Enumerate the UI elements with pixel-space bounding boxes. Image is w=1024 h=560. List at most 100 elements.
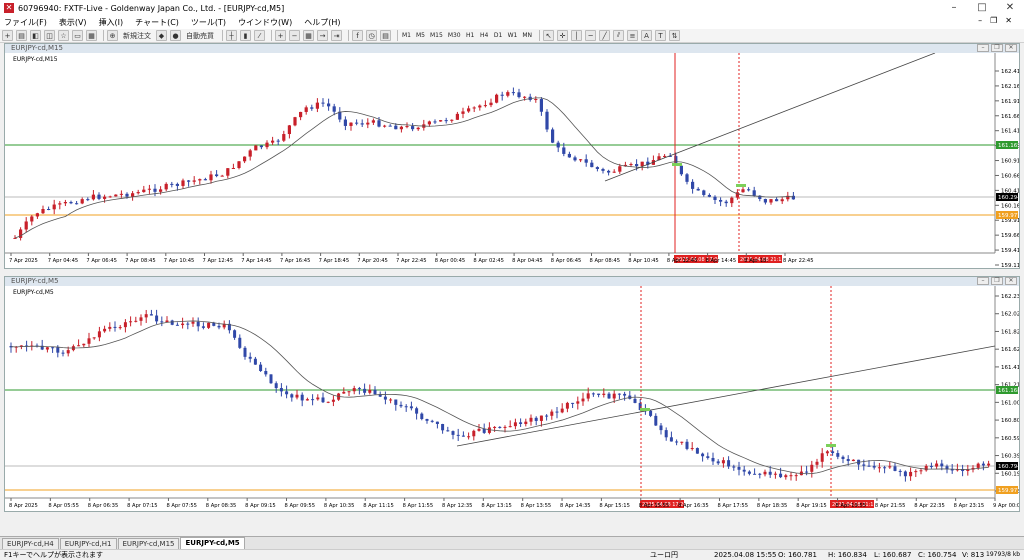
mdi-close-icon[interactable]: ✕ <box>1005 16 1012 25</box>
chart-canvas-m5[interactable]: EURJPY-cd,M5 2025.04.08 17:20 2025.04.08 … <box>5 286 1024 511</box>
horizontal-line-icon[interactable]: ─ <box>585 30 597 41</box>
autoscroll-icon[interactable]: → <box>317 30 328 41</box>
label-icon[interactable]: T <box>655 30 667 41</box>
time-axis-label: 8 Apr 13:15 <box>481 503 512 509</box>
timeframe-m30[interactable]: M30 <box>447 30 462 41</box>
channel-icon[interactable]: ⫽ <box>613 30 625 41</box>
candle <box>134 320 138 322</box>
chart-window-m15[interactable]: EURJPY-cd,M15 – ❐ ✕ EURJPY-cd,M15 2025.0… <box>4 43 1024 269</box>
chart-minimize-icon[interactable]: – <box>977 44 989 52</box>
timeframe-w1[interactable]: W1 <box>507 30 519 41</box>
indicators-icon[interactable]: f <box>352 30 363 41</box>
candle-chart-icon[interactable]: ▮ <box>240 30 251 41</box>
time-axis-label: 8 Apr 21:55 <box>875 503 906 509</box>
timeframe-d1[interactable]: D1 <box>493 30 504 41</box>
time-axis-label: 8 Apr 15:15 <box>599 503 630 509</box>
candle <box>981 463 985 466</box>
chart-close-icon[interactable]: ✕ <box>1005 277 1017 285</box>
menu-file[interactable]: ファイル(F) <box>4 17 47 28</box>
new-order-icon[interactable]: ⊕ <box>107 30 118 41</box>
data-window-icon[interactable]: ◫ <box>44 30 55 41</box>
tab-eurjpy-m5[interactable]: EURJPY-cd,M5 <box>180 537 245 549</box>
crosshair-icon[interactable]: ✛ <box>557 30 569 41</box>
text-icon[interactable]: A <box>641 30 653 41</box>
menu-view[interactable]: 表示(V) <box>59 17 87 28</box>
fibo-icon[interactable]: ≡ <box>627 30 639 41</box>
vertical-line-icon[interactable]: │ <box>571 30 583 41</box>
menu-tools[interactable]: ツール(T) <box>191 17 226 28</box>
templates-icon[interactable]: ▤ <box>380 30 391 41</box>
chart-window-m5[interactable]: EURJPY-cd,M5 – ❐ ✕ EURJPY-cd,M5 2025.04.… <box>4 276 1024 512</box>
timeframe-h1[interactable]: H1 <box>465 30 476 41</box>
candle <box>300 394 304 401</box>
chart-canvas-m15[interactable]: EURJPY-cd,M15 2025.04.08 17:00 2025.04.08… <box>5 52 1024 269</box>
mdi-minimize-icon[interactable]: – <box>978 16 982 25</box>
auto-trade-button[interactable]: 自動売買 <box>184 30 216 41</box>
candle <box>976 463 980 468</box>
candle <box>618 166 622 172</box>
line-chart-icon[interactable]: ⁄ <box>254 30 265 41</box>
chart-restore-icon[interactable]: ❐ <box>991 277 1003 285</box>
candle <box>713 196 717 200</box>
chart-minimize-icon[interactable]: – <box>977 277 989 285</box>
cursor-icon[interactable]: ↖ <box>543 30 555 41</box>
minimize-button[interactable]: – <box>940 1 968 15</box>
candle <box>966 469 970 472</box>
auto-trade-icon[interactable]: ● <box>170 30 181 41</box>
arrows-icon[interactable]: ⇅ <box>669 30 681 41</box>
candle <box>282 134 286 141</box>
candle <box>149 314 153 316</box>
candle <box>175 324 179 326</box>
candle <box>276 140 280 142</box>
timeframe-m1[interactable]: M1 <box>401 30 412 41</box>
chart-restore-icon[interactable]: ❐ <box>991 44 1003 52</box>
menu-insert[interactable]: 挿入(I) <box>99 17 124 28</box>
candle <box>550 411 554 416</box>
timeframe-h4[interactable]: H4 <box>479 30 490 41</box>
menu-help[interactable]: ヘルプ(H) <box>304 17 340 28</box>
periods-icon[interactable]: ◷ <box>366 30 377 41</box>
candle <box>342 391 346 394</box>
menu-chart[interactable]: チャート(C) <box>135 17 179 28</box>
candle <box>663 155 667 157</box>
zoom-out-icon[interactable]: − <box>289 30 300 41</box>
tab-eurjpy-h1[interactable]: EURJPY-cd,H1 <box>59 538 117 549</box>
candle <box>815 461 819 465</box>
new-order-button[interactable]: 新規注文 <box>121 30 153 41</box>
terminal-icon[interactable]: ▭ <box>72 30 83 41</box>
candle <box>254 145 258 151</box>
chart-shift-icon[interactable]: ⇥ <box>331 30 342 41</box>
price-axis-label: 159.410 <box>1001 248 1019 254</box>
candle <box>207 322 211 328</box>
timeframe-mn[interactable]: MN <box>521 30 533 41</box>
time-axis-label: 8 Apr 18: <box>744 258 768 264</box>
candle <box>131 193 135 197</box>
maximize-button[interactable]: □ <box>968 1 996 15</box>
timeframe-m5[interactable]: M5 <box>415 30 426 41</box>
candle <box>511 92 515 94</box>
candle <box>883 467 887 469</box>
bar-chart-icon[interactable]: ┼ <box>226 30 237 41</box>
tester-icon[interactable]: ▦ <box>86 30 97 41</box>
trendline-icon[interactable]: ╱ <box>599 30 611 41</box>
candle <box>388 125 392 127</box>
menu-window[interactable]: ウインドウ(W) <box>238 17 292 28</box>
tab-eurjpy-h4[interactable]: EURJPY-cd,H4 <box>2 538 59 549</box>
mdi-restore-icon[interactable]: ❐ <box>990 16 997 25</box>
candle <box>711 457 715 462</box>
tab-eurjpy-m15[interactable]: EURJPY-cd,M15 <box>117 538 180 549</box>
zoom-in-icon[interactable]: + <box>275 30 286 41</box>
candle <box>233 330 237 338</box>
chart-close-icon[interactable]: ✕ <box>1005 44 1017 52</box>
market-watch-icon[interactable]: ◧ <box>30 30 41 41</box>
timeframe-m15[interactable]: M15 <box>429 30 444 41</box>
meta-editor-icon[interactable]: ◆ <box>156 30 167 41</box>
candle <box>633 398 637 403</box>
new-chart-icon[interactable]: + <box>2 30 13 41</box>
profiles-icon[interactable]: ▤ <box>16 30 27 41</box>
close-button[interactable]: ✕ <box>996 1 1024 15</box>
candle <box>679 165 683 175</box>
tile-icon[interactable]: ▦ <box>303 30 314 41</box>
candle <box>545 415 549 417</box>
navigator-icon[interactable]: ☆ <box>58 30 69 41</box>
